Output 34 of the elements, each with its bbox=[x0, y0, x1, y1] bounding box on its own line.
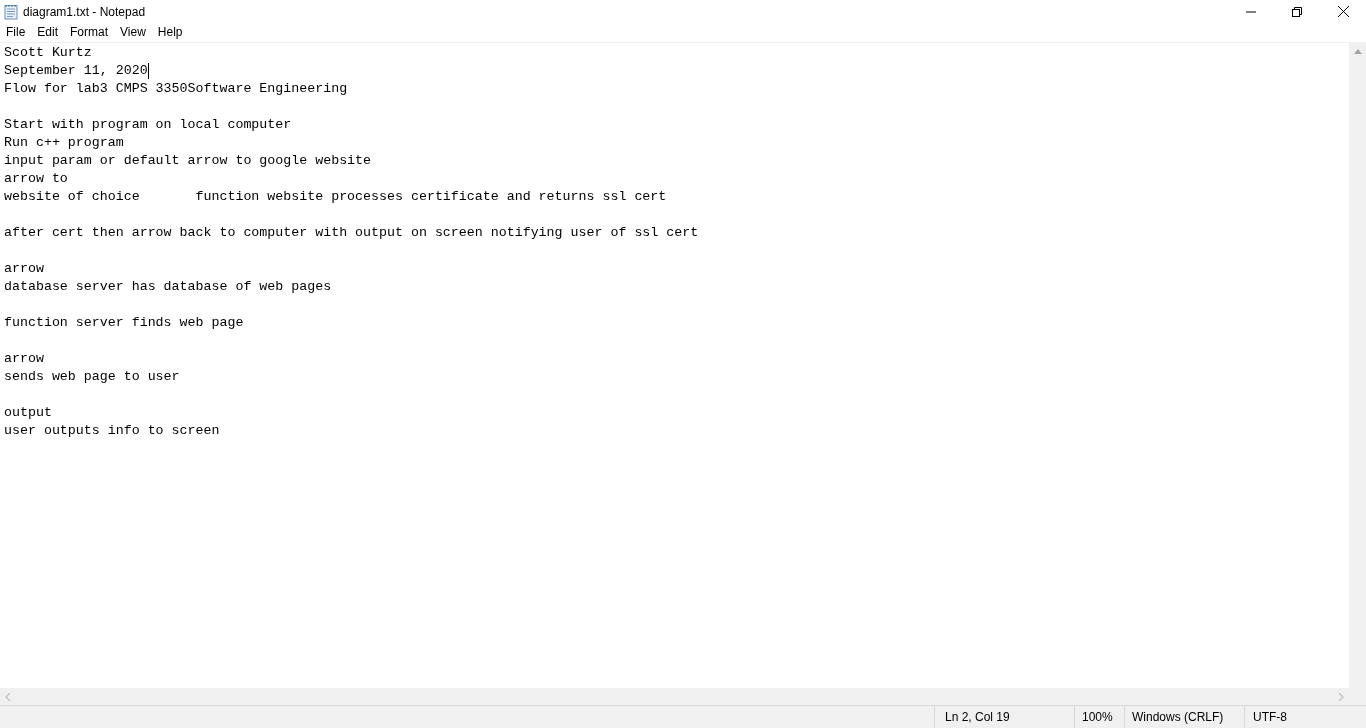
scroll-left-icon[interactable] bbox=[5, 692, 11, 701]
line-endings: Windows (CRLF) bbox=[1132, 709, 1224, 726]
text-line: database server has database of web pages bbox=[4, 278, 332, 296]
scroll-right-icon[interactable] bbox=[1338, 692, 1344, 701]
vertical-scrollbar[interactable] bbox=[1349, 43, 1366, 688]
text-line: function server finds web page bbox=[4, 314, 244, 332]
text-line: after cert then arrow back to computer with output on screen notifying user of ssl cert bbox=[4, 224, 699, 242]
text-line: input param or default arrow to google website bbox=[4, 152, 372, 170]
text-line: Scott Kurtz bbox=[4, 44, 92, 62]
notepad-icon bbox=[3, 3, 19, 20]
menu-item[interactable]: File bbox=[0, 23, 32, 42]
menu-item[interactable]: Help bbox=[151, 23, 189, 42]
zoom-level: 100% bbox=[1082, 709, 1113, 726]
horizontal-scrollbar[interactable] bbox=[0, 688, 1366, 705]
text-line: Run c++ program bbox=[4, 134, 124, 152]
text-line: output bbox=[4, 404, 52, 422]
text-line: arrow to bbox=[4, 170, 68, 188]
restore-icon bbox=[1292, 6, 1302, 17]
text-line: sends web page to user bbox=[4, 368, 180, 386]
text-line: Flow for lab3 CMPS 3350Software Engineering bbox=[4, 80, 348, 98]
text-line: September 11, 2020 bbox=[4, 62, 148, 80]
text-line: website of choice function website processes certificate and returns ssl cert bbox=[4, 188, 667, 206]
text-line: user outputs info to screen bbox=[4, 422, 220, 440]
window-title: diagram1.txt - Notepad bbox=[23, 3, 146, 21]
menu-item[interactable]: View bbox=[114, 23, 152, 42]
cursor-position: Ln 2, Col 19 bbox=[945, 709, 1010, 726]
scroll-up-icon[interactable] bbox=[1353, 48, 1362, 54]
text-line: arrow bbox=[4, 260, 44, 278]
menu-item[interactable]: Format bbox=[64, 23, 115, 42]
text-line: Start with program on local computer bbox=[4, 116, 292, 134]
text-line: arrow bbox=[4, 350, 44, 368]
encoding: UTF-8 bbox=[1253, 709, 1287, 726]
menu-item[interactable]: Edit bbox=[31, 23, 65, 42]
close-icon bbox=[1337, 6, 1349, 17]
